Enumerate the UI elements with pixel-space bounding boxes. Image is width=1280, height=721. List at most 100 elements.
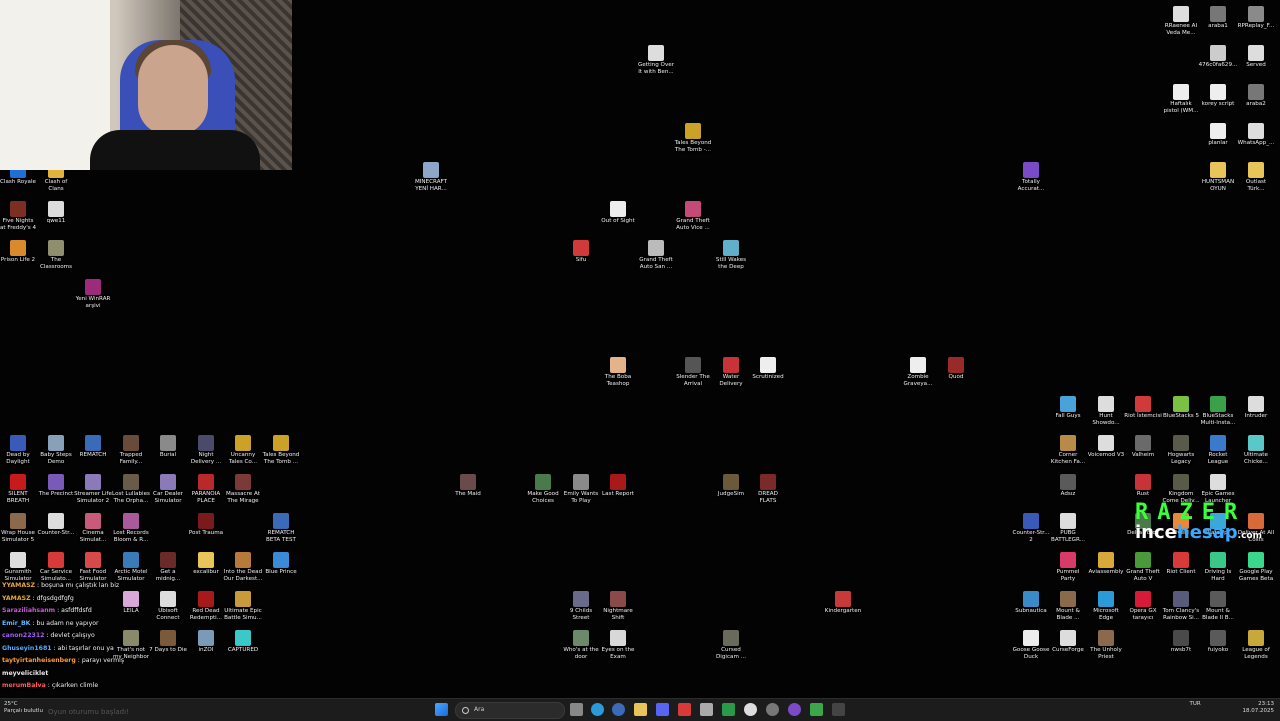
- desktop-icon-label: Grand Theft Auto Vice ...: [676, 218, 710, 231]
- app-icon: [1210, 474, 1226, 490]
- desktop-icon-the-maid[interactable]: The Maid: [446, 474, 490, 498]
- desktop-icon-the-boba-teashop[interactable]: The Boba Teashop: [596, 357, 640, 388]
- spreadsheet-icon[interactable]: [722, 703, 735, 716]
- app-icon: [1060, 552, 1076, 568]
- app-icon: [1248, 162, 1264, 178]
- desktop-icon-quod[interactable]: Quod: [934, 357, 978, 381]
- chat-message: meyveliciklet: [2, 668, 212, 681]
- desktop-icon-blue-prince[interactable]: Blue Prince: [259, 552, 303, 576]
- chat-message: merumBalva : çıkarken climle: [2, 680, 212, 693]
- desktop-icon-the-unholy-priest[interactable]: The Unholy Priest: [1084, 630, 1128, 661]
- desktop-icon-league-of-legends[interactable]: League of Legends: [1234, 630, 1278, 661]
- desktop-icon-label: MINECRAFT YENİ HAR...: [414, 179, 448, 192]
- chrome-icon[interactable]: [744, 703, 757, 716]
- desktop-icon-post-trauma[interactable]: Post Trauma: [184, 513, 228, 537]
- edge-icon[interactable]: [591, 703, 604, 716]
- app-icon: [1135, 591, 1151, 607]
- desktop-icon-label: Nightmare Shift: [603, 608, 633, 621]
- chat-username[interactable]: Emir_BK: [2, 620, 30, 627]
- system-tray[interactable]: TUR 23:13 18.07.2025: [1190, 701, 1274, 715]
- chat-username[interactable]: canon22312: [2, 632, 44, 639]
- app-icon-green[interactable]: [810, 703, 823, 716]
- start-icon[interactable]: [435, 703, 448, 716]
- app-icon: [1060, 630, 1076, 646]
- obs-icon[interactable]: [788, 703, 801, 716]
- desktop-icon-minecraft-yeni-har[interactable]: MINECRAFT YENİ HAR...: [409, 162, 453, 193]
- app-icon-red[interactable]: [678, 703, 691, 716]
- desktop-icon-tales-beyond-the-tomb[interactable]: Tales Beyond The Tomb -...: [671, 123, 715, 154]
- desktop-icon-ads-z[interactable]: Adsız: [1046, 474, 1090, 498]
- chat-text: asfdffdsfd: [61, 607, 92, 614]
- desktop-icon-rematch-beta-test[interactable]: REMATCH BETA TEST: [259, 513, 303, 544]
- language-indicator[interactable]: TUR: [1190, 701, 1201, 708]
- desktop-icon-qwe11[interactable]: qwe11: [34, 201, 78, 225]
- app-icon: [123, 474, 139, 490]
- app-icon: [1098, 396, 1114, 412]
- chat-message: Saraziliahsanm : asfdffdsfd: [2, 605, 212, 618]
- desktop-icon-label: Sifu: [575, 257, 587, 263]
- clock[interactable]: 23:13 18.07.2025: [1243, 701, 1275, 715]
- app-icon: [1248, 45, 1264, 61]
- chat-username[interactable]: YAMASZ: [2, 595, 31, 602]
- desktop-icon-nightmare-shift[interactable]: Nightmare Shift: [596, 591, 640, 622]
- desktop-icon-mount-blade-ii-b[interactable]: Mount & Blade II B...: [1196, 591, 1240, 622]
- desktop-icon-the-classrooms[interactable]: The Classrooms: [34, 240, 78, 271]
- webcam-body: [90, 130, 260, 170]
- taskbar-search[interactable]: Ara: [455, 702, 565, 719]
- desktop-icon-scrutinized[interactable]: Scrutinized: [746, 357, 790, 381]
- desktop-icon-label: PUBG BATTLEGR...: [1051, 530, 1085, 543]
- weather-widget[interactable]: 25°C Parçalı bulutlu: [4, 701, 43, 715]
- desktop-icon-totally-accurat[interactable]: Totally Accurat...: [1009, 162, 1053, 193]
- desktop-icon-getting-over-it-with-ben[interactable]: Getting Over It with Ben...: [634, 45, 678, 76]
- settings-icon[interactable]: [766, 703, 779, 716]
- desktop-icon-ultimate-chicke[interactable]: Ultimate Chicke...: [1234, 435, 1278, 466]
- desktop-icon-out-of-sight[interactable]: Out of Sight: [596, 201, 640, 225]
- desktop-icon-still-wakes-the-deep[interactable]: Still Wakes the Deep: [709, 240, 753, 271]
- chat-username[interactable]: YYAMASZ: [2, 582, 35, 589]
- file-explorer-icon[interactable]: [634, 703, 647, 716]
- app-icon: [123, 552, 139, 568]
- chat-username[interactable]: taytyirtanheisenberg: [2, 657, 76, 664]
- desktop-icon-grand-theft-auto-san[interactable]: Grand Theft Auto San ...: [634, 240, 678, 271]
- chat-username[interactable]: Ghuseyin1681: [2, 645, 52, 652]
- chat-message: Ghuseyin1681 : abi taşırlar onu ya: [2, 643, 212, 656]
- app-icon-dark[interactable]: [832, 703, 845, 716]
- desktop-icon-served[interactable]: Served: [1234, 45, 1278, 69]
- desktop-icon-massacre-at-the-mirage[interactable]: Massacre At The Mirage: [221, 474, 265, 505]
- desktop-icon-label: Totally Accurat...: [1017, 179, 1045, 192]
- desktop-icon-cursed-digicam[interactable]: Cursed Digicam ...: [709, 630, 753, 661]
- desktop-icon-outlast-t-rk[interactable]: Outlast Türk...: [1234, 162, 1278, 193]
- desktop-icon-dread-flats[interactable]: DREAD FLATS: [746, 474, 790, 505]
- app-icon: [198, 513, 214, 529]
- app-icon: [573, 240, 589, 256]
- app-icon: [1060, 474, 1076, 490]
- desktop-icon-lost-records-bloom-r[interactable]: Lost Records Bloom & R...: [109, 513, 153, 544]
- app-icon: [1173, 6, 1189, 22]
- app-icon: [423, 162, 439, 178]
- app-icon: [1210, 396, 1226, 412]
- chat-username[interactable]: merumBalva: [2, 682, 46, 689]
- desktop-icon-eyes-on-the-exam[interactable]: Eyes on the Exam: [596, 630, 640, 661]
- desktop-icon-whatsapp[interactable]: WhatsApp_...: [1234, 123, 1278, 147]
- desktop-icon-captured[interactable]: CAPTURED: [221, 630, 265, 654]
- task-view-icon[interactable]: [570, 703, 583, 716]
- chat-username[interactable]: Saraziliahsanm: [2, 607, 55, 614]
- desktop-icon-tales-beyond-the-tomb[interactable]: Tales Beyond The Tomb ...: [259, 435, 303, 466]
- desktop-icon-sifu[interactable]: Sifu: [559, 240, 603, 264]
- app-icon-white[interactable]: [700, 703, 713, 716]
- desktop-icon-label: Grand Theft Auto San ...: [639, 257, 673, 270]
- desktop-icon-ultimate-epic-battle-simu[interactable]: Ultimate Epic Battle Simu...: [221, 591, 265, 622]
- discord-icon[interactable]: [656, 703, 669, 716]
- desktop-icon-label: The Classrooms: [39, 257, 73, 270]
- desktop-icon-kindergarten[interactable]: Kindergarten: [821, 591, 865, 615]
- desktop-icon-rpreplay-f[interactable]: RPReplay_F...: [1234, 6, 1278, 30]
- desktop-icon-last-report[interactable]: Last Report: [596, 474, 640, 498]
- steam-icon[interactable]: [612, 703, 625, 716]
- desktop-icon-yeni-winrar-ar-ivi[interactable]: Yeni WinRAR arşivi: [71, 279, 115, 310]
- desktop-icon-intruder[interactable]: Intruder: [1234, 396, 1278, 420]
- desktop-icon-grand-theft-auto-vice[interactable]: Grand Theft Auto Vice ...: [671, 201, 715, 232]
- desktop-icon-pubg-battlegr[interactable]: PUBG BATTLEGR...: [1046, 513, 1090, 544]
- desktop-icon-araba2[interactable]: araba2: [1234, 84, 1278, 108]
- chat-username[interactable]: meyveliciklet: [2, 670, 48, 677]
- desktop-icon-label: Clash of Clans: [44, 179, 68, 192]
